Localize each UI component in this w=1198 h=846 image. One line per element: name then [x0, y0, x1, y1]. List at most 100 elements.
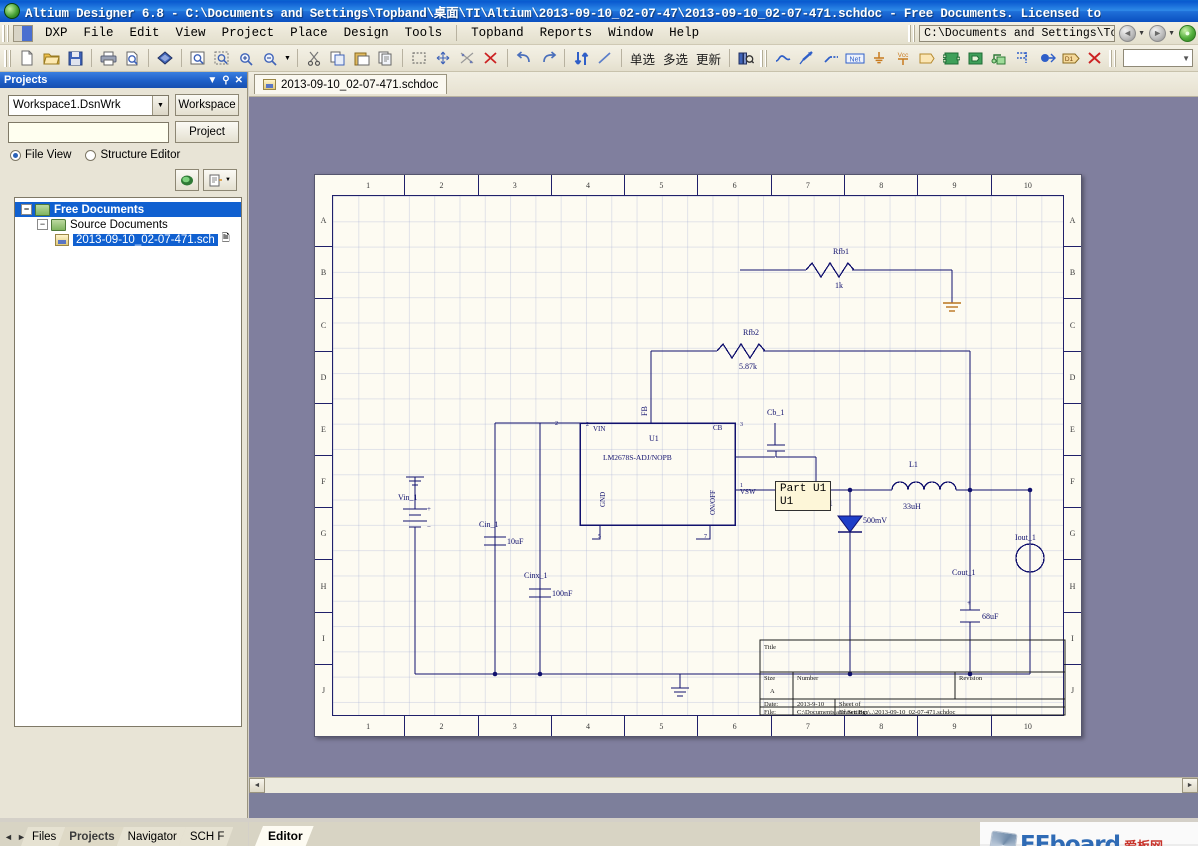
browse-library-icon[interactable] [735, 47, 757, 69]
move-icon[interactable] [432, 47, 454, 69]
menu-item-place[interactable]: Place [282, 24, 336, 42]
horizontal-scrollbar[interactable]: ◄ ► [249, 777, 1198, 793]
home-globe-icon[interactable]: ● [1179, 24, 1196, 42]
paste-icon[interactable] [351, 47, 373, 69]
chevron-down-icon[interactable]: ▼ [152, 95, 168, 115]
menu-item-design[interactable]: Design [336, 24, 397, 42]
redo-icon[interactable] [537, 47, 559, 69]
copy-multiple-icon[interactable] [375, 47, 397, 69]
wire-icon[interactable] [772, 47, 794, 69]
schematic-drawing[interactable]: Rfb1 1k Rfb2 5.87k FB U1 LM2678S-ADJ/NOP… [315, 175, 1083, 738]
new-document-icon[interactable] [16, 47, 38, 69]
scroll-left-button[interactable]: ◄ [249, 778, 265, 793]
menu-item-topband[interactable]: Topband [463, 24, 532, 42]
scrollbar-track[interactable] [265, 778, 1182, 793]
single-select-button[interactable]: 单选 [626, 49, 659, 68]
menu-item-edit[interactable]: Edit [122, 24, 168, 42]
tree-expander-icon[interactable]: − [21, 204, 32, 215]
vcc-power-icon[interactable]: Vcc [892, 47, 914, 69]
menu-item-view[interactable]: View [168, 24, 214, 42]
utility-toolbar-grip[interactable] [1109, 49, 1118, 67]
zoom-area-icon[interactable] [211, 47, 233, 69]
menu-item-reports[interactable]: Reports [532, 24, 601, 42]
bus-entry-icon[interactable] [820, 47, 842, 69]
print-icon[interactable] [97, 47, 119, 69]
left-arrow-icon[interactable]: ◄ [2, 828, 15, 846]
close-icon[interactable]: ✕ [235, 75, 243, 86]
tree-expander-icon[interactable]: − [37, 219, 48, 230]
port-icon[interactable] [916, 47, 938, 69]
delete-x-icon[interactable] [1084, 47, 1106, 69]
project-button[interactable]: Project [175, 121, 239, 143]
gnd-power-icon[interactable] [868, 47, 890, 69]
zoom-in-icon[interactable] [235, 47, 257, 69]
open-document-icon[interactable]: ▼ [203, 169, 237, 191]
print-preview-icon[interactable] [121, 47, 143, 69]
cross-probe-icon[interactable] [594, 47, 616, 69]
forward-dropdown-icon[interactable]: ▼ [1168, 30, 1175, 37]
workspace-button[interactable]: Workspace [175, 94, 239, 116]
project-tree[interactable]: − Free Documents − Source Documents 2013… [14, 197, 242, 727]
menu-item-help[interactable]: Help [661, 24, 707, 42]
panel-tab-files[interactable]: Files [21, 827, 65, 846]
navigation-toolbar-grip[interactable] [908, 24, 917, 42]
editor-tab[interactable]: Editor [255, 826, 314, 846]
back-dropdown-icon[interactable]: ▼ [1138, 30, 1145, 37]
panel-tab-sch-filter[interactable]: SCH F [179, 827, 234, 846]
scroll-right-button[interactable]: ► [1182, 778, 1198, 793]
schematic-canvas[interactable]: 1 2 3 4 5 6 7 8 9 10 1 2 3 4 5 6 7 8 9 1… [249, 97, 1198, 793]
toolbar-ellipsis[interactable]: ... [1193, 52, 1198, 64]
pin-number-5: 5 [598, 534, 601, 540]
chevron-down-icon[interactable]: ▼ [225, 177, 231, 183]
no-erc-icon[interactable] [1036, 47, 1058, 69]
forward-arrow-icon[interactable]: ► [1149, 24, 1167, 42]
toolbar-grip[interactable] [4, 49, 12, 67]
device-sheet-icon[interactable] [988, 47, 1010, 69]
folder-icon [35, 203, 50, 216]
zoom-dropdown-icon[interactable]: ▼ [282, 48, 293, 68]
toolbar-combo-1[interactable]: ▼ [1123, 49, 1194, 67]
multi-select-button[interactable]: 多选 [659, 49, 692, 68]
address-combo[interactable]: C:\Documents and Settings\Topba ▼ [919, 24, 1116, 42]
net-label-icon[interactable]: Net [844, 47, 866, 69]
cut-icon[interactable] [303, 47, 325, 69]
save-icon[interactable] [64, 47, 86, 69]
panel-tab-navigator[interactable]: Navigator [117, 827, 186, 846]
pin-icon[interactable]: ⚲ [222, 75, 229, 86]
workspace-combo[interactable]: Workspace1.DsnWrk ▼ [8, 94, 169, 116]
harness-icon[interactable] [1012, 47, 1034, 69]
deselect-icon[interactable] [456, 47, 478, 69]
undo-icon[interactable] [513, 47, 535, 69]
zoom-out-icon[interactable] [259, 47, 281, 69]
menu-item-window[interactable]: Window [600, 24, 661, 42]
menubar-grip[interactable] [2, 24, 10, 42]
open-folder-icon[interactable] [40, 47, 62, 69]
menu-item-file[interactable]: File [76, 24, 122, 42]
back-arrow-icon[interactable]: ◄ [1119, 24, 1137, 42]
radio-structure-editor[interactable]: Structure Editor [85, 149, 180, 161]
chevron-down-icon[interactable]: ▼ [207, 75, 217, 86]
zoom-document-icon[interactable] [187, 47, 209, 69]
sheet-symbol-icon[interactable] [940, 47, 962, 69]
tree-item-schematic-document[interactable]: 2013-09-10_02-07-471.sch 🗎 [15, 232, 241, 247]
compile-icon[interactable] [175, 169, 199, 191]
copy-icon[interactable] [327, 47, 349, 69]
wiring-toolbar-grip[interactable] [760, 49, 769, 67]
part-icon[interactable]: D1 [1060, 47, 1082, 69]
menu-item-dxp[interactable]: DXP [37, 24, 76, 42]
tree-item-free-documents[interactable]: − Free Documents [15, 202, 241, 217]
sheet-entry-icon[interactable] [964, 47, 986, 69]
updown-sync-icon[interactable] [570, 47, 592, 69]
tree-item-source-documents[interactable]: − Source Documents [15, 217, 241, 232]
select-area-icon[interactable] [408, 47, 430, 69]
menu-item-project[interactable]: Project [214, 24, 283, 42]
project-field[interactable] [8, 121, 169, 143]
bus-icon[interactable] [796, 47, 818, 69]
clear-selection-icon[interactable] [480, 47, 502, 69]
update-button[interactable]: 更新 [692, 49, 725, 68]
panel-tab-projects[interactable]: Projects [58, 827, 123, 846]
menu-item-tools[interactable]: Tools [397, 24, 451, 42]
device-view-icon[interactable] [154, 47, 176, 69]
radio-file-view[interactable]: File View [10, 149, 71, 161]
document-tab[interactable]: 2013-09-10_02-07-471.schdoc [254, 74, 448, 94]
